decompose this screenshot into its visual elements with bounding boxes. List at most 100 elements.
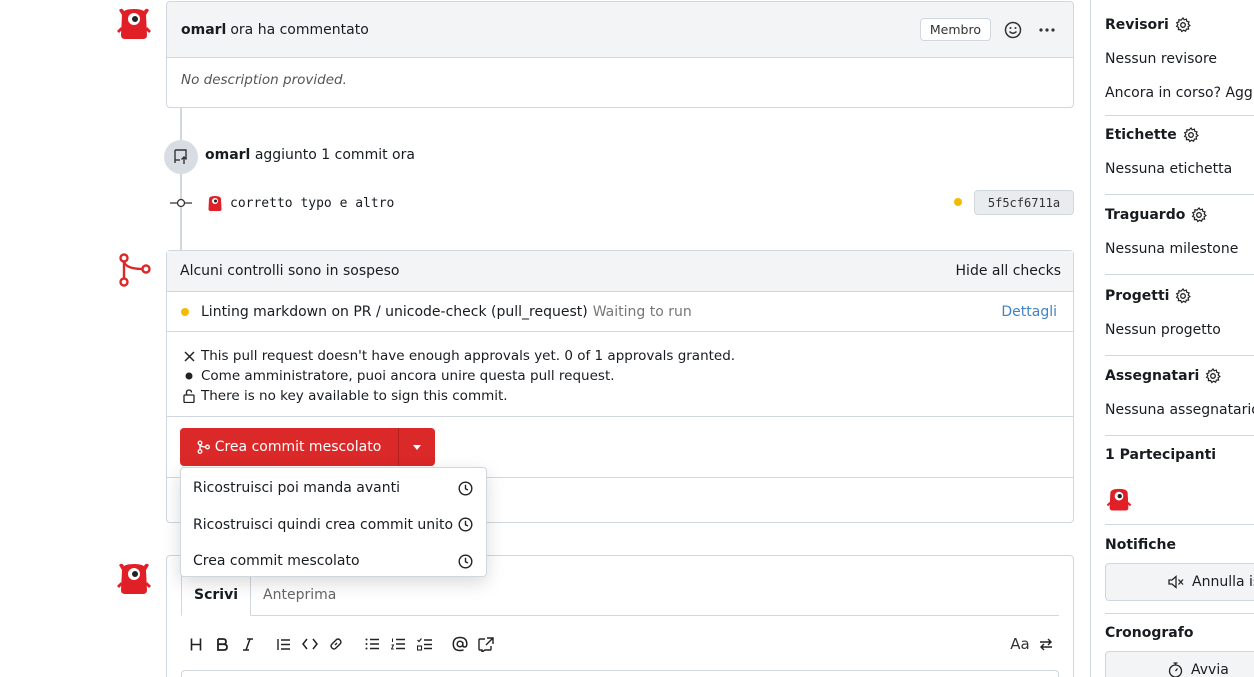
merge-button-label: Crea commit mescolato — [214, 439, 382, 455]
git-merge-icon — [197, 440, 210, 454]
note-signing: There is no key available to sign this c… — [182, 386, 1059, 406]
labels-title: Etichette — [1105, 127, 1177, 143]
menu-item-rebase-merge-commit[interactable]: Ricostruisci quindi crea commit unito — [181, 507, 486, 544]
heading-icon[interactable] — [183, 632, 209, 656]
clock-icon — [458, 517, 473, 532]
start-stopwatch-label: Avvia — [1191, 662, 1229, 677]
push-author[interactable]: omarl — [205, 147, 250, 163]
clock-icon — [458, 481, 473, 496]
divider — [1105, 115, 1254, 116]
menu-item-label: Ricostruisci quindi crea commit unito — [193, 516, 454, 533]
menu-item-rebase-fast-forward[interactable]: Ricostruisci poi manda avanti — [181, 470, 486, 507]
timeline-line — [180, 108, 182, 140]
assignees-section: Assegnatari — [1105, 368, 1222, 384]
projects-value: Nessun progetto — [1105, 322, 1221, 338]
comment-textarea[interactable] — [181, 670, 1059, 677]
comment-header: omarl ora ha commentato Membro — [167, 2, 1073, 58]
participant-avatar[interactable] — [1106, 486, 1132, 512]
labels-value: Nessuna etichetta — [1105, 161, 1233, 177]
x-icon — [182, 350, 196, 362]
menu-item-label: Ricostruisci poi manda avanti — [193, 480, 401, 497]
git-commit-icon — [170, 197, 192, 209]
unsubscribe-label: Annulla is — [1192, 574, 1254, 590]
comment-body: No description provided. — [181, 72, 347, 88]
avatar[interactable] — [116, 5, 152, 41]
commit-sha[interactable]: 5f5cf6711a — [974, 190, 1074, 215]
note-text: Come amministratore, puoi ancora unire q… — [201, 368, 615, 384]
check-status: Waiting to run — [592, 303, 692, 320]
check-name: Linting markdown on PR / unicode-check (… — [201, 303, 588, 320]
link-icon[interactable] — [323, 632, 349, 656]
reviewers-value: Nessun revisore — [1105, 51, 1218, 67]
merge-notes: This pull request doesn't have enough ap… — [167, 332, 1073, 417]
hide-checks-link[interactable]: Hide all checks — [956, 263, 1061, 279]
text-size-toggle[interactable]: Aa — [1007, 632, 1033, 656]
divider — [1105, 613, 1254, 614]
commit-status-dot[interactable] — [954, 198, 962, 206]
merge-options-menu: Ricostruisci poi manda avanti Ricostruis… — [180, 467, 487, 577]
gear-icon[interactable] — [1175, 17, 1191, 33]
kebab-menu-icon[interactable] — [1035, 18, 1059, 42]
gear-icon[interactable] — [1205, 368, 1222, 384]
check-row: Linting markdown on PR / unicode-check (… — [167, 292, 1073, 332]
note-text: This pull request doesn't have enough ap… — [201, 348, 736, 364]
check-pending-dot — [181, 307, 189, 316]
unlock-icon — [182, 389, 196, 403]
milestone-value: Nessuna milestone — [1105, 241, 1239, 257]
note-admin: Come amministratore, puoi ancora unire q… — [182, 366, 1059, 386]
commit-row: corretto typo e altro — [170, 190, 1074, 216]
push-event-text: omarl aggiunto 1 commit ora — [205, 147, 415, 163]
unordered-list-icon[interactable] — [359, 632, 385, 656]
ordered-list-icon[interactable] — [385, 632, 411, 656]
dot-icon — [182, 372, 196, 380]
commit-author-avatar[interactable] — [206, 194, 224, 212]
smiley-icon[interactable] — [1001, 18, 1025, 42]
cross-reference-icon[interactable] — [473, 632, 499, 656]
merge-options-dropdown-button[interactable] — [398, 428, 435, 466]
code-icon[interactable] — [297, 632, 323, 656]
gear-icon[interactable] — [1191, 207, 1208, 223]
comment-action: ora ha commentato — [230, 21, 369, 38]
projects-section: Progetti — [1105, 288, 1192, 304]
menu-item-squash[interactable]: Crea commit mescolato — [181, 543, 486, 580]
push-badge — [164, 140, 198, 174]
assignees-title: Assegnatari — [1105, 368, 1200, 384]
push-action: aggiunto 1 commit ora — [254, 147, 415, 163]
divider — [1105, 355, 1254, 356]
stopwatch-icon — [1168, 662, 1183, 677]
clock-icon — [458, 554, 473, 569]
editor-toolbar: Aa — [183, 632, 1059, 656]
tab-write[interactable]: Scrivi — [181, 574, 252, 616]
mention-icon[interactable] — [447, 632, 473, 656]
italic-icon[interactable] — [235, 632, 261, 656]
tab-preview[interactable]: Anteprima — [251, 587, 348, 615]
caret-down-icon — [413, 444, 421, 450]
reviewers-title: Revisori — [1105, 17, 1169, 33]
wip-link[interactable]: Ancora in corso? Aggiu — [1105, 85, 1254, 101]
gear-icon[interactable] — [1175, 288, 1192, 304]
switch-arrows-icon[interactable] — [1033, 632, 1059, 656]
comment-box: omarl ora ha commentato Membro No descri… — [166, 1, 1074, 108]
avatar[interactable] — [116, 560, 152, 596]
check-details-link[interactable]: Dettagli — [1001, 304, 1057, 320]
projects-title: Progetti — [1105, 288, 1170, 304]
comment-author[interactable]: omarl — [181, 22, 226, 38]
stopwatch-title: Cronografo — [1105, 625, 1194, 641]
divider — [1105, 435, 1254, 436]
checks-summary: Alcuni controlli sono in sospeso — [180, 263, 400, 279]
unsubscribe-button[interactable]: Annulla is — [1105, 563, 1254, 601]
gear-icon[interactable] — [1183, 127, 1199, 143]
git-merge-icon — [118, 252, 152, 288]
divider — [1105, 524, 1254, 525]
merge-box-header: Alcuni controlli sono in sospeso Hide al… — [167, 251, 1073, 292]
notifications-title: Notifiche — [1105, 537, 1176, 553]
quote-icon[interactable] — [271, 632, 297, 656]
menu-item-label: Crea commit mescolato — [193, 553, 360, 570]
repo-push-icon — [172, 148, 190, 166]
bold-icon[interactable] — [209, 632, 235, 656]
commit-message[interactable]: corretto typo e altro — [230, 196, 394, 211]
start-stopwatch-button[interactable]: Avvia — [1105, 651, 1254, 677]
task-list-icon[interactable] — [411, 632, 437, 656]
milestone-section: Traguardo — [1105, 207, 1208, 223]
squash-merge-button[interactable]: Crea commit mescolato — [180, 428, 398, 466]
